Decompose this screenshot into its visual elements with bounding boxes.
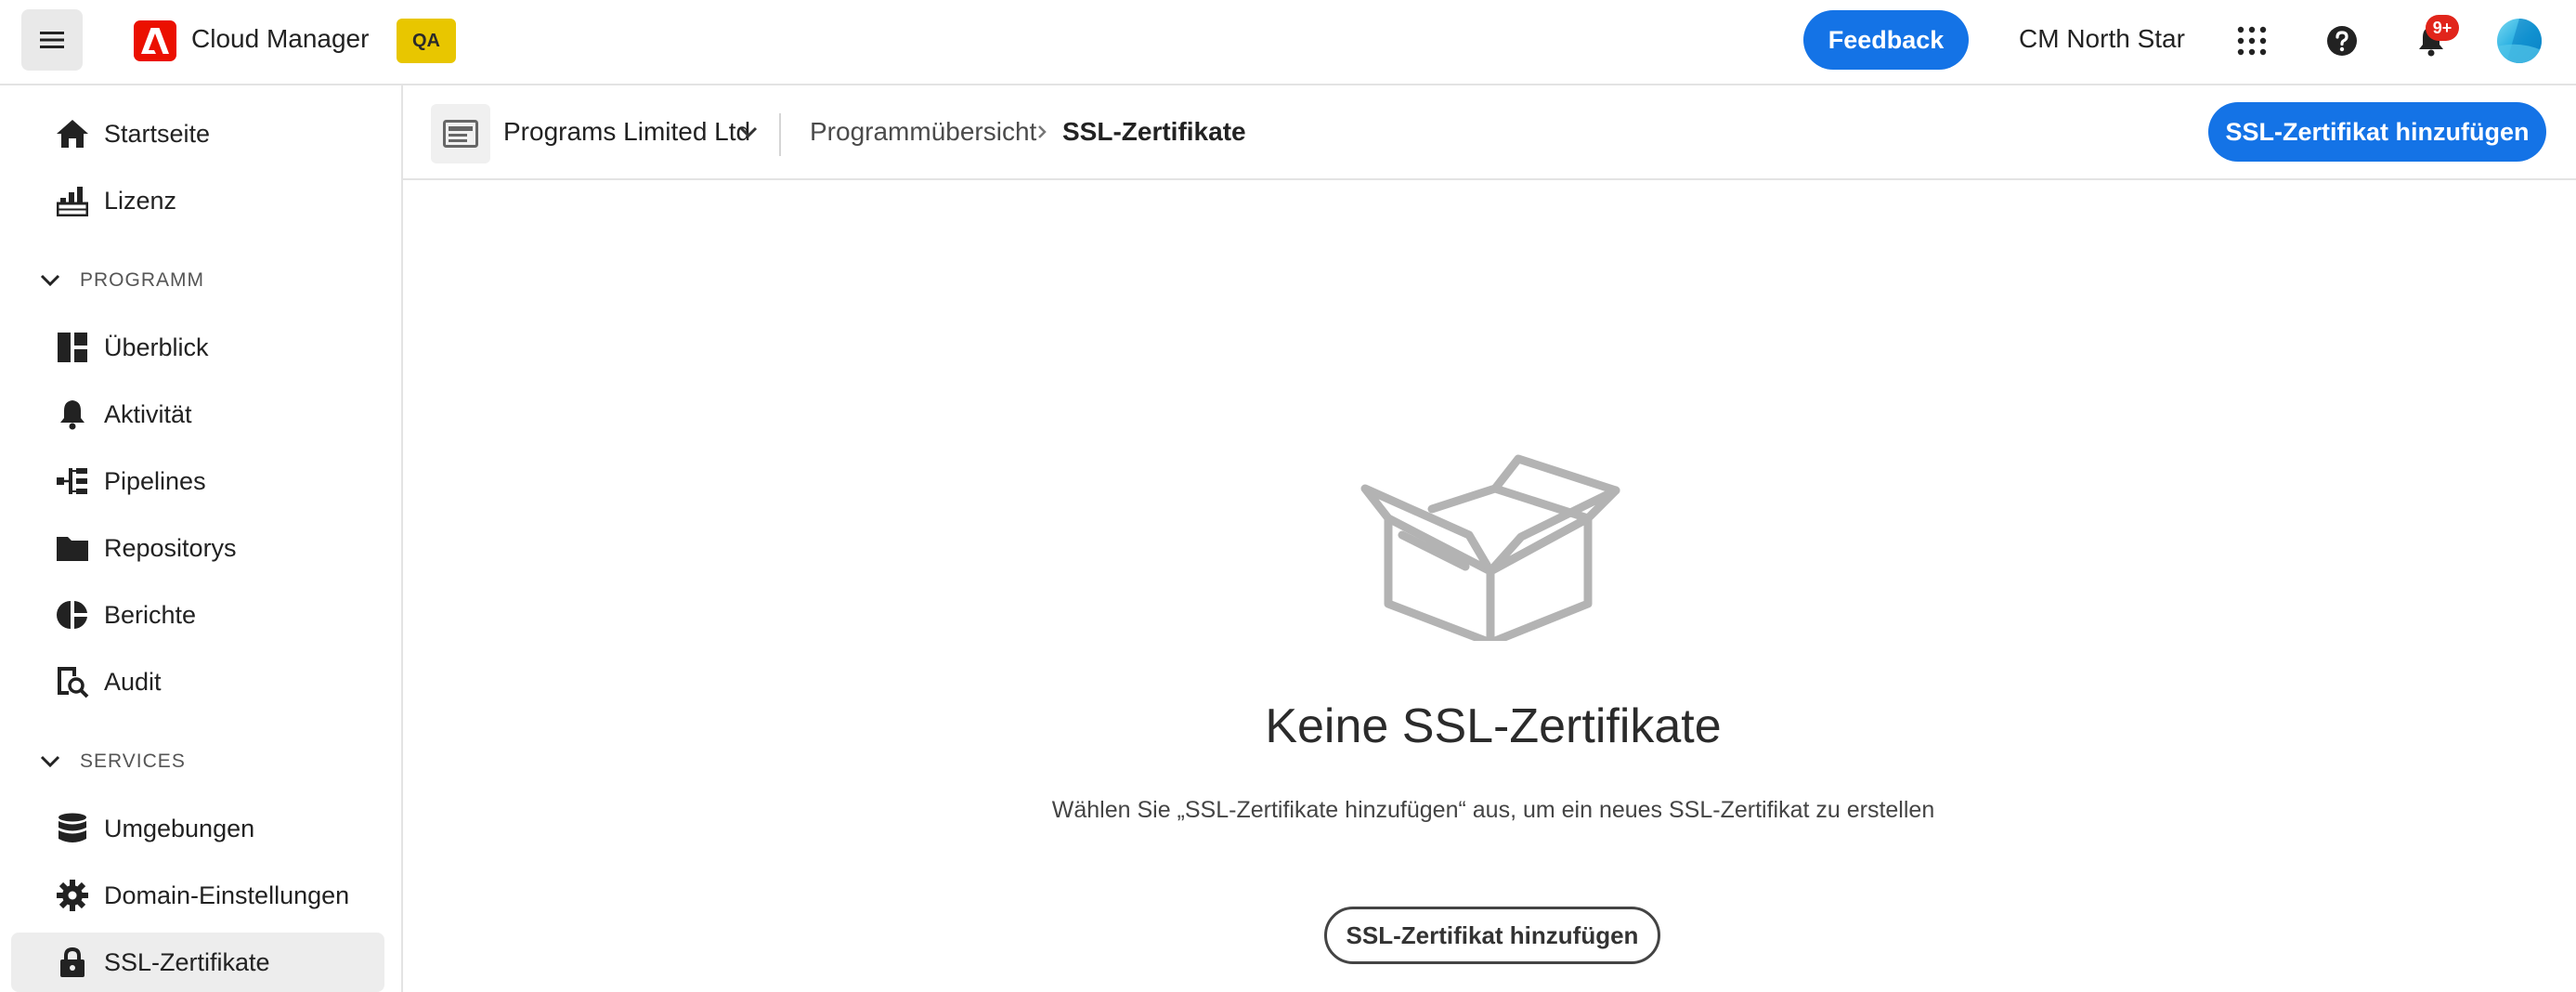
sub-header: Programs Limited Ltd Programmübersicht S… <box>403 85 2576 180</box>
sidebar: Startseite Lizenz PROGRAMM Überblick Akt… <box>0 85 403 992</box>
sidebar-item-label: Startseite <box>104 119 211 148</box>
top-bar: Cloud Manager QA Feedback CM North Star … <box>0 0 2576 85</box>
chevron-down-icon <box>37 268 63 294</box>
section-toggle-programm[interactable]: PROGRAMM <box>37 262 204 299</box>
sidebar-item-aktivitaet[interactable]: Aktivität <box>11 385 384 444</box>
empty-state-description: Wählen Sie „SSL-Zertifikate hinzufügen“ … <box>1051 797 1935 823</box>
sidebar-item-startseite[interactable]: Startseite <box>11 104 384 163</box>
grid-icon <box>2237 26 2267 56</box>
section-toggle-services[interactable]: SERVICES <box>37 743 186 780</box>
empty-state-title: Keine SSL-Zertifikate <box>1265 699 1722 753</box>
sidebar-item-ueberblick[interactable]: Überblick <box>11 318 384 377</box>
feedback-button[interactable]: Feedback <box>1803 10 1969 70</box>
sidebar-item-domain-einstellungen[interactable]: Domain-Einstellungen <box>11 866 384 925</box>
program-icon <box>431 104 490 163</box>
sidebar-item-pipelines[interactable]: Pipelines <box>11 451 384 511</box>
gear-icon <box>54 877 91 914</box>
environment-badge: QA <box>397 19 456 63</box>
add-ssl-certificate-button[interactable]: SSL-Zertifikat hinzufügen <box>2208 102 2546 162</box>
app-title[interactable]: Cloud Manager <box>191 24 369 54</box>
app-switcher-button[interactable] <box>2230 19 2274 63</box>
sidebar-item-label: Berichte <box>104 600 197 629</box>
breadcrumb-program-overview[interactable]: Programmübersicht <box>810 117 1036 147</box>
home-icon <box>54 115 91 152</box>
section-label: SERVICES <box>80 751 186 772</box>
sidebar-item-label: Umgebungen <box>104 814 255 842</box>
sidebar-item-label: Repositorys <box>104 533 237 562</box>
pipeline-icon <box>54 463 91 500</box>
lock-icon <box>54 944 91 981</box>
chevron-down-icon <box>37 749 63 775</box>
sidebar-item-label: Lizenz <box>104 186 177 215</box>
section-label: PROGRAMM <box>80 269 204 291</box>
license-chart-icon <box>54 182 91 219</box>
pie-chart-icon <box>54 596 91 633</box>
breadcrumb-current-page: SSL-Zertifikate <box>1062 117 1246 146</box>
database-icon <box>54 810 91 847</box>
sidebar-item-audit[interactable]: Audit <box>11 652 384 711</box>
add-ssl-certificate-button-secondary[interactable]: SSL-Zertifikat hinzufügen <box>1324 907 1660 964</box>
sidebar-item-label: Überblick <box>104 333 209 361</box>
sidebar-item-lizenz[interactable]: Lizenz <box>11 171 384 230</box>
help-button[interactable] <box>2320 19 2364 63</box>
hamburger-icon <box>40 32 64 48</box>
sidebar-item-label: Domain-Einstellungen <box>104 881 350 909</box>
sidebar-item-repositorys[interactable]: Repositorys <box>11 518 384 578</box>
sidebar-item-berichte[interactable]: Berichte <box>11 585 384 645</box>
program-switcher[interactable]: Programs Limited Ltd <box>503 117 750 147</box>
chevron-right-icon <box>1038 125 1047 138</box>
sidebar-item-ssl-zertifikate[interactable]: SSL-Zertifikate <box>11 933 384 992</box>
bell-icon <box>54 396 91 433</box>
notification-count-badge: 9+ <box>2426 15 2459 41</box>
audit-search-icon <box>54 663 91 700</box>
adobe-logo-icon[interactable] <box>134 20 176 61</box>
sidebar-item-label: Aktivität <box>104 399 192 428</box>
divider <box>779 113 781 156</box>
sidebar-item-label: SSL-Zertifikate <box>104 947 270 976</box>
empty-box-icon <box>1360 454 1620 641</box>
dashboard-icon <box>54 329 91 366</box>
sidebar-item-label: Pipelines <box>104 466 206 495</box>
help-icon <box>2327 26 2357 56</box>
sidebar-item-umgebungen[interactable]: Umgebungen <box>11 799 384 858</box>
user-avatar[interactable] <box>2497 19 2542 63</box>
org-switcher[interactable]: CM North Star <box>2019 24 2185 54</box>
chevron-down-icon[interactable] <box>737 121 760 143</box>
sidebar-item-label: Audit <box>104 667 162 696</box>
folder-icon <box>54 529 91 567</box>
menu-toggle-button[interactable] <box>21 9 83 71</box>
